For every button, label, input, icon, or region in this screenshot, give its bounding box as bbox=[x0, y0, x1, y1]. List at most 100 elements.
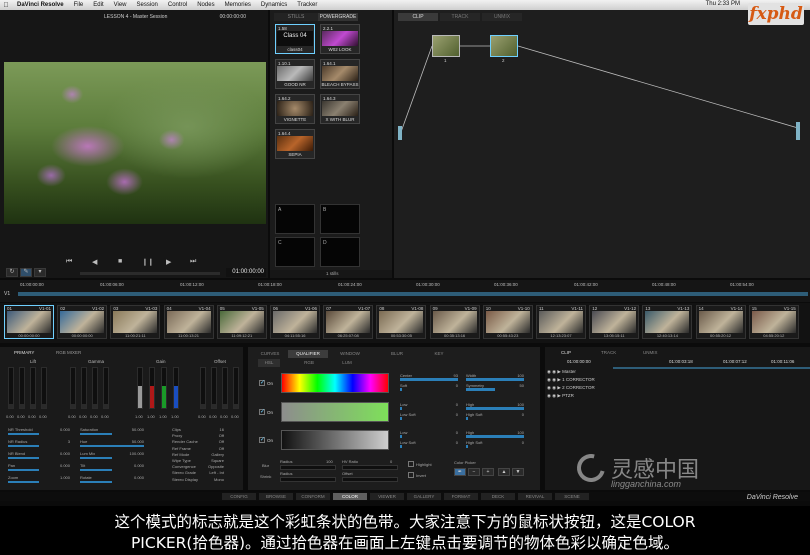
keyframe-row-corrector-1[interactable]: ◉ ◉ ▶ 1 CORRECTOR bbox=[547, 377, 595, 383]
still-x-with-blur[interactable]: 1.64.3 X WITH BLUR bbox=[320, 94, 360, 124]
timeline-clip[interactable]: 05 V1-05 11:09:12:21 bbox=[216, 305, 267, 339]
node-graph-panel[interactable]: CLIP TRACK UNMIX 1 2 bbox=[394, 10, 810, 278]
primary-slider[interactable] bbox=[137, 367, 143, 409]
tab-track-keyframes[interactable]: TRACK bbox=[601, 350, 616, 355]
param-row[interactable]: Saturation 50.000 bbox=[80, 427, 144, 435]
picker-minus-button[interactable]: − bbox=[468, 468, 480, 476]
still-vignette[interactable]: 1.64.2 VIGNETTE bbox=[275, 94, 315, 124]
tab-clip-keyframes[interactable]: CLIP bbox=[561, 350, 571, 355]
timeline-clip[interactable]: 14 V1-14 00:55:20:12 bbox=[695, 305, 746, 339]
qualifier-field[interactable]: Low Soft 0 bbox=[400, 440, 458, 449]
highlight-checkbox[interactable] bbox=[408, 461, 414, 467]
page-tab-browse[interactable]: BROWSE bbox=[259, 493, 293, 500]
picker-soft-plus-button[interactable]: ▲ bbox=[498, 468, 510, 476]
tab-rgb-mixer[interactable]: RGB MIXER bbox=[56, 350, 81, 355]
color-picker-button[interactable]: ✒ bbox=[454, 468, 466, 476]
track-v1-bar[interactable] bbox=[18, 292, 808, 296]
menu-nodes[interactable]: Nodes bbox=[192, 2, 219, 8]
picker-soft-minus-button[interactable]: ▼ bbox=[512, 468, 524, 476]
pen-tool-button[interactable]: ✎ bbox=[20, 268, 32, 277]
tab-stills[interactable]: STILLS bbox=[274, 13, 318, 21]
timeline-clip[interactable]: 06 V1-06 04:11:55:16 bbox=[270, 305, 320, 339]
still-w02-look[interactable]: 2.2.1 W02 LOOK bbox=[320, 24, 360, 54]
shrink-radius-input[interactable] bbox=[280, 477, 336, 482]
param-row[interactable]: Hue 50.000 bbox=[80, 439, 144, 447]
primary-slider[interactable] bbox=[8, 367, 14, 409]
offset-input[interactable] bbox=[342, 477, 398, 482]
primary-slider[interactable] bbox=[149, 367, 155, 409]
keyframe-row-corrector-2[interactable]: ◉ ◉ ▶ 2 CORRECTOR bbox=[547, 385, 595, 391]
page-tab-revival[interactable]: REVIVAL bbox=[518, 493, 552, 500]
page-tab-color[interactable]: COLOR bbox=[333, 493, 367, 500]
tab-powergrade[interactable]: POWERGRADE bbox=[318, 13, 358, 21]
primary-slider[interactable] bbox=[233, 367, 239, 409]
tab-qualifier[interactable]: QUALIFIER bbox=[288, 350, 328, 358]
tab-lum[interactable]: LUM bbox=[336, 359, 358, 367]
param-row[interactable]: Stereo Display Mono bbox=[172, 477, 224, 485]
timeline-clip[interactable]: 03 V1-03 11:00:21:11 bbox=[110, 305, 161, 339]
luminance-band[interactable] bbox=[281, 430, 389, 450]
qualifier-field[interactable]: High 100 bbox=[466, 402, 524, 411]
hue-on-checkbox[interactable]: ✓ bbox=[259, 380, 265, 386]
picker-plus-button[interactable]: + bbox=[482, 468, 494, 476]
hv-ratio-input[interactable] bbox=[342, 465, 398, 470]
menu-control[interactable]: Control bbox=[163, 2, 192, 8]
timeline-clip[interactable]: 07 V1-07 06:25:07:08 bbox=[323, 305, 374, 339]
primary-slider[interactable] bbox=[70, 367, 76, 409]
memory-slot-d[interactable]: D bbox=[320, 237, 360, 267]
page-tab-format[interactable]: FORMAT bbox=[444, 493, 478, 500]
primary-slider[interactable] bbox=[19, 367, 25, 409]
still-good-nr[interactable]: 1.10.1 GOOD NR bbox=[275, 59, 315, 89]
tab-curves[interactable]: CURVES bbox=[254, 350, 286, 358]
param-row[interactable]: NR Radius 3 bbox=[8, 439, 70, 447]
param-row[interactable]: NR Threshold 0.000 bbox=[8, 427, 70, 435]
still-sepia[interactable]: 1.64.4 SEPIA bbox=[275, 129, 315, 159]
param-row[interactable]: Lum Mix 100.000 bbox=[80, 451, 144, 459]
timeline-clip[interactable]: 15 V1-15 04:55:20:12 bbox=[748, 305, 799, 339]
tab-hsl[interactable]: HSL bbox=[258, 359, 280, 367]
primary-slider[interactable] bbox=[30, 367, 36, 409]
timeline-clip[interactable]: 04 V1-04 11:00:13:21 bbox=[163, 305, 214, 339]
still-bleach-bypass[interactable]: 1.64.1 BLEACH BYPASS bbox=[320, 59, 360, 89]
primary-slider[interactable] bbox=[200, 367, 206, 409]
saturation-band[interactable] bbox=[281, 402, 389, 422]
param-row[interactable]: Tilt 0.000 bbox=[80, 463, 144, 471]
primary-slider[interactable] bbox=[92, 367, 98, 409]
primary-slider[interactable] bbox=[41, 367, 47, 409]
jump-end-icon[interactable]: ⏭ bbox=[190, 258, 196, 266]
pause-icon[interactable]: ❙❙ bbox=[142, 258, 154, 266]
timeline-clip[interactable]: 01 V1-01 00:00:00:00 bbox=[4, 305, 54, 339]
blur-radius-input[interactable] bbox=[280, 465, 336, 470]
timeline-clip[interactable]: 12 V1-12 13:05:15:11 bbox=[589, 305, 640, 339]
timeline-clip[interactable]: 02 V1-02 00:00:00:00 bbox=[57, 305, 108, 339]
qualifier-field[interactable]: High Soft 0 bbox=[466, 412, 524, 421]
primary-slider[interactable] bbox=[173, 367, 179, 409]
param-row[interactable]: Rotate 0.000 bbox=[80, 475, 144, 483]
page-tab-gallery[interactable]: GALLERY bbox=[407, 493, 441, 500]
qualifier-field[interactable]: Width 100 bbox=[466, 373, 524, 382]
qualifier-field[interactable]: High 100 bbox=[466, 430, 524, 439]
timeline-clip[interactable]: 10 V1-10 00:55:43:23 bbox=[482, 305, 533, 339]
play-icon[interactable]: ▶ bbox=[166, 258, 171, 266]
hue-rainbow-band[interactable] bbox=[281, 373, 389, 393]
jump-start-icon[interactable]: ⏮ bbox=[66, 258, 72, 266]
qualifier-field[interactable]: Center 93 bbox=[400, 373, 458, 382]
viewer-scrubber[interactable] bbox=[80, 272, 220, 275]
timeline-ruler[interactable]: 01:00:00:00 01:00:06:00 01:00:12:00 01:0… bbox=[0, 280, 810, 302]
tab-unmix-keyframes[interactable]: UNMIX bbox=[643, 350, 658, 355]
param-row[interactable]: Pan 0.000 bbox=[8, 463, 70, 471]
rewind-icon[interactable]: ◀ bbox=[92, 258, 97, 266]
memory-slot-a[interactable]: A bbox=[275, 204, 315, 234]
timeline-clip[interactable]: 13 V1-13 12:40:13:14 bbox=[642, 305, 693, 339]
menu-file[interactable]: File bbox=[69, 2, 89, 8]
tab-window[interactable]: WINDOW bbox=[334, 350, 366, 358]
lum-on-checkbox[interactable]: ✓ bbox=[259, 437, 265, 443]
tab-rgb[interactable]: RGB bbox=[298, 359, 320, 367]
qualifier-field[interactable]: Low Soft 0 bbox=[400, 412, 458, 421]
invert-checkbox[interactable] bbox=[408, 472, 414, 478]
param-row[interactable]: Zoom 1.000 bbox=[8, 475, 70, 483]
sat-on-checkbox[interactable]: ✓ bbox=[259, 409, 265, 415]
tab-primary[interactable]: PRIMARY bbox=[14, 350, 34, 355]
loop-button[interactable]: ↻ bbox=[6, 268, 18, 277]
stop-icon[interactable]: ■ bbox=[118, 258, 122, 265]
